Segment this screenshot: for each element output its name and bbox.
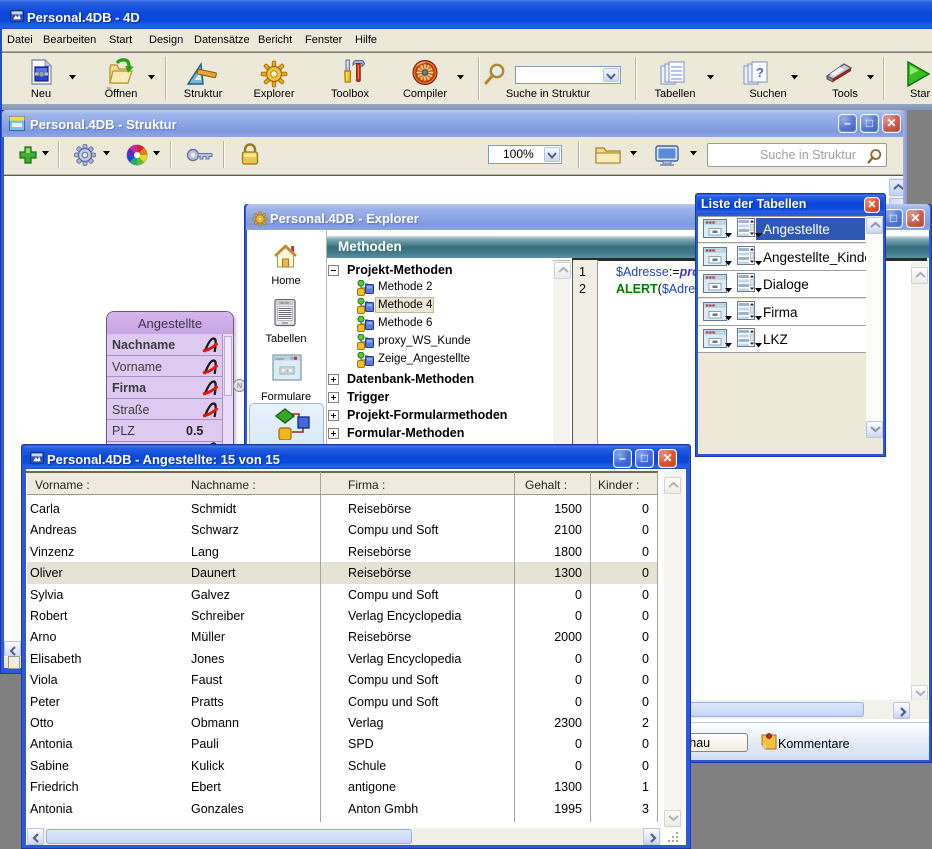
svg-text:?: ? — [756, 65, 764, 80]
svg-text:OK: OK — [284, 369, 290, 373]
svg-text:Buton: Buton — [276, 357, 285, 361]
svg-text:Tabelle: Tabelle — [279, 301, 289, 305]
